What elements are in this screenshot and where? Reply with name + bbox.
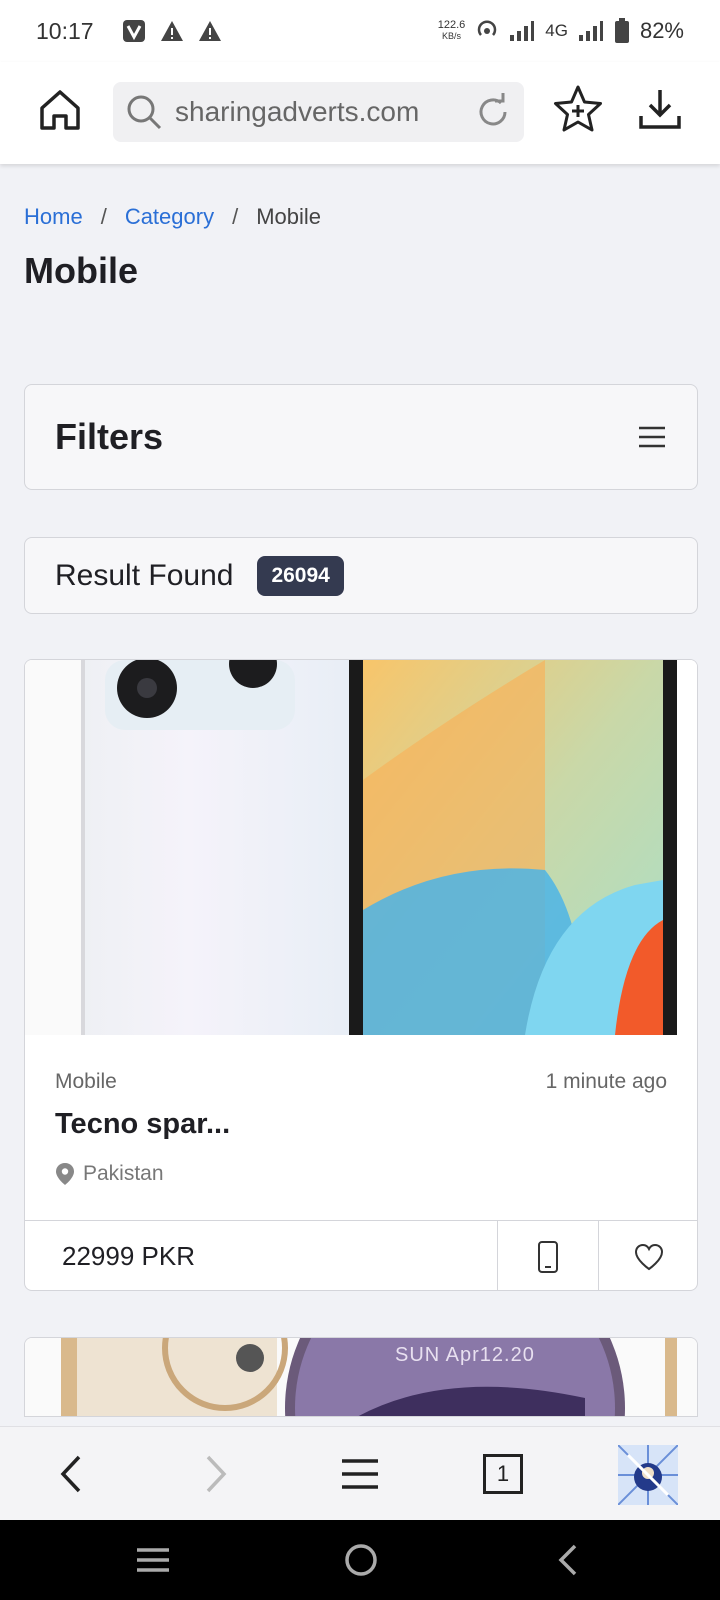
home-icon [40,90,80,130]
signal-icon [578,20,604,42]
filters-title: Filters [55,416,164,457]
filters-panel[interactable]: Filters [24,384,698,490]
listing-location: Pakistan [55,1162,164,1186]
browser-toolbar: sharingadverts.com [0,62,720,164]
hamburger-icon [639,426,665,448]
hotspot-icon [475,19,499,43]
listing-category: Mobile [55,1070,117,1093]
profile-avatar[interactable] [618,1445,678,1505]
listing-location-text: Pakistan [83,1162,164,1185]
listing-image-text: SUN Apr12.20 [395,1344,535,1366]
network-speed-value: 122.6 [437,19,466,31]
browser-menu-button[interactable] [335,1449,385,1499]
bookmark-add-button[interactable] [552,84,604,136]
listing-time: 1 minute ago [545,1070,667,1093]
hamburger-icon [342,1459,378,1489]
network-speed-unit: KB/s [441,31,461,41]
breadcrumb-separator: / [100,204,107,229]
breadcrumb-current: Mobile [256,204,322,229]
network-type: 4G [545,21,568,40]
home-circle-icon [345,1544,377,1576]
system-back-button[interactable] [549,1540,589,1580]
reload-icon [479,93,507,126]
vpn-app-icon [122,19,146,43]
listing-footer: 22999 PKR [25,1220,697,1290]
listing-card[interactable]: SUN Apr12.20 [24,1337,698,1417]
recent-apps-button[interactable] [133,1540,173,1580]
browser-bottom-bar: 1 [0,1426,720,1520]
breadcrumb-home-link[interactable]: Home [24,204,83,230]
call-button[interactable] [497,1221,598,1290]
tab-count: 1 [483,1454,523,1494]
filters-menu-button[interactable] [637,422,667,452]
system-home-button[interactable] [341,1540,381,1580]
star-plus-icon [554,85,602,132]
breadcrumb-separator: / [232,204,239,229]
forward-button[interactable] [190,1449,240,1499]
breadcrumb-category-link[interactable]: Category [125,204,214,230]
tabs-button[interactable]: 1 [478,1449,528,1499]
back-button[interactable] [47,1449,97,1499]
address-bar[interactable]: sharingadverts.com [113,82,524,142]
signal-icon [509,20,535,42]
phone-product-image [25,1338,697,1416]
download-icon [639,90,681,129]
url-text: sharingadverts.com [175,96,420,127]
search-icon [127,95,162,130]
download-button[interactable] [637,86,683,132]
phone-product-image [25,660,697,1035]
reload-button[interactable] [474,93,512,131]
warning-icon [198,20,222,42]
home-button[interactable] [38,88,82,132]
warning-icon [160,20,184,42]
mobile-phone-icon [538,1240,558,1273]
status-time: 10:17 [36,17,94,44]
page-title: Mobile [24,250,138,291]
system-navigation-bar [0,1520,720,1600]
listing-card[interactable]: Mobile 1 minute ago Tecno spar... Pakist… [24,659,698,1291]
profile-image [618,1445,678,1505]
listing-price: 22999 PKR [62,1241,195,1271]
status-bar: 10:17 122.6 KB/s 4G 82% [0,0,720,62]
listing-image[interactable] [25,660,697,1035]
heart-icon [634,1243,664,1270]
favorite-button[interactable] [598,1221,697,1290]
back-chevron-icon [558,1544,577,1576]
result-count-panel: Result Found 26094 [24,537,698,614]
chevron-left-icon [60,1455,81,1493]
battery-percent: 82% [639,18,684,43]
chevron-right-icon [206,1455,227,1493]
result-count-badge: 26094 [257,555,344,596]
result-label: Result Found [55,558,234,592]
listing-title[interactable]: Tecno spar... [55,1108,230,1141]
location-pin-icon [56,1163,74,1185]
battery-icon [614,18,630,44]
breadcrumb: Home / Category / Mobile [24,204,321,230]
recent-apps-icon [137,1548,169,1572]
network-speed: 122.6 KB/s [438,20,466,42]
